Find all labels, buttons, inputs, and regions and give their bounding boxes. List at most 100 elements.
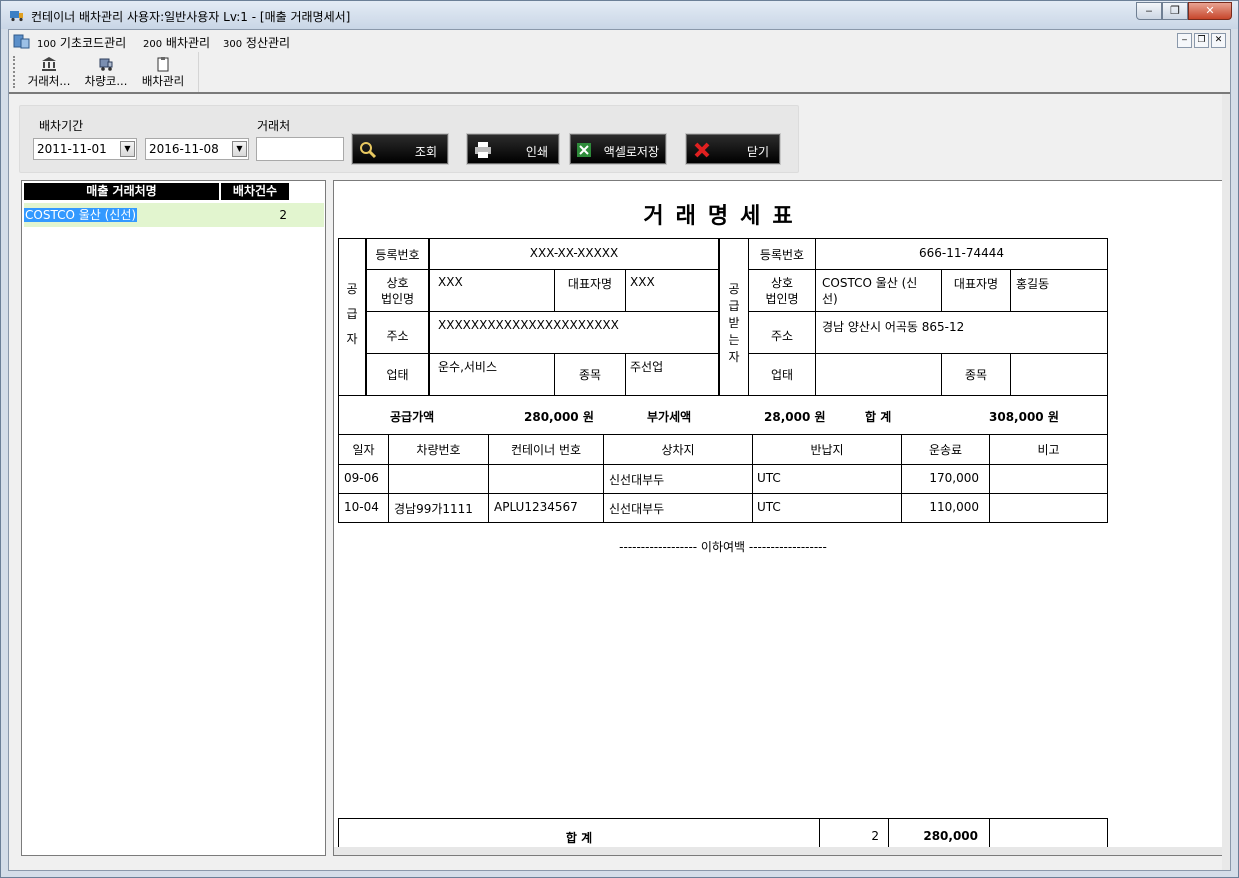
detail-cell <box>989 493 1108 523</box>
supplier-bizitem-label: 종목 <box>578 368 602 382</box>
supplier-biztype: 운수,서비스 <box>438 360 498 374</box>
supplier-company-label: 상호 법인명 <box>366 275 429 307</box>
detail-header-load: 상차지 <box>661 443 695 457</box>
receiver-side-char: 공 <box>728 282 740 296</box>
date-from-dropdown-icon[interactable]: ▼ <box>120 141 135 157</box>
receiver-bizitem-label: 종목 <box>964 368 988 382</box>
child-restore-button[interactable]: ❐ <box>1194 33 1209 48</box>
supplier-biztype-label: 업태 <box>386 368 409 382</box>
menu-basic-code[interactable]: 100 기초코드관리 <box>37 34 126 51</box>
receiver-regno: 666-11-74444 <box>918 246 1004 260</box>
date-to-value: 2016-11-08 <box>149 142 219 156</box>
receiver-bizitem-cell <box>1010 353 1108 396</box>
grid-header-client[interactable]: 매출 거래처명 <box>24 183 219 200</box>
detail-date: 09-06 <box>344 471 379 485</box>
toolbar-vehicle-button[interactable]: 차량코... <box>78 54 134 89</box>
search-icon <box>360 142 377 159</box>
receiver-side-char: 받 <box>728 316 740 330</box>
supplier-ceo-label: 대표자명 <box>567 277 613 291</box>
menu-code: 200 <box>143 39 163 50</box>
app-window: 컨테이너 배차관리 사용자:일반사용자 Lv:1 - [매출 거래명세서] ‒ … <box>0 0 1239 878</box>
footer-amount: 280,000 <box>923 829 978 843</box>
vertical-scrollbar[interactable] <box>1222 94 1230 870</box>
supplier-side-char: 자 <box>346 332 358 346</box>
grid-cell-client-name[interactable]: COSTCO 울산 (신선) <box>24 208 138 222</box>
detail-return: UTC <box>757 500 781 514</box>
detail-cell <box>989 464 1108 494</box>
detail-header-note: 비고 <box>1037 443 1060 457</box>
supplier-regno-label: 등록번호 <box>375 248 420 262</box>
detail-header-vehicle: 차량번호 <box>416 443 461 457</box>
print-button-label: 인쇄 <box>525 145 548 159</box>
detail-header-fee: 운송료 <box>928 443 963 457</box>
toolbar-client-button[interactable]: 거래처... <box>21 54 77 89</box>
supplier-side-char: 공 <box>346 282 358 296</box>
detail-date: 10-04 <box>344 500 379 514</box>
vat-amount: 28,000 원 <box>764 410 826 424</box>
window-close-button[interactable]: ✕ <box>1188 2 1232 20</box>
date-from-value: 2011-11-01 <box>37 142 107 156</box>
title-bar[interactable]: 컨테이너 배차관리 사용자:일반사용자 Lv:1 - [매출 거래명세서] ‒ … <box>1 1 1238 29</box>
print-button[interactable]: 인쇄 <box>467 134 559 164</box>
grid-cell-count[interactable]: 2 <box>221 208 287 222</box>
supplier-company: XXX <box>438 275 463 289</box>
close-button[interactable]: 닫기 <box>686 134 780 164</box>
date-to-picker[interactable]: 2016-11-08 ▼ <box>145 138 249 160</box>
detail-header-container: 컨테이너 번호 <box>510 443 582 457</box>
supplier-address-label: 주소 <box>386 329 409 343</box>
total-amount: 308,000 원 <box>989 410 1059 424</box>
menu-dispatch[interactable]: 200 배차관리 <box>143 34 210 51</box>
date-to-dropdown-icon[interactable]: ▼ <box>232 141 247 157</box>
close-x-icon <box>694 142 710 158</box>
query-button[interactable]: 조회 <box>352 134 448 164</box>
blank-below-marker: ------------------ 이하여백 ----------------… <box>619 540 827 554</box>
menu-label: 기초코드관리 <box>59 36 127 50</box>
child-close-button[interactable]: ✕ <box>1211 33 1226 48</box>
window-maximize-button[interactable]: ❐ <box>1162 2 1188 20</box>
receiver-ceo: 홍길동 <box>1016 277 1050 291</box>
menu-settlement[interactable]: 300 정산관리 <box>223 34 290 51</box>
toolbar-grip[interactable] <box>13 56 16 88</box>
menu-code: 300 <box>223 39 243 50</box>
child-minimize-button[interactable]: ‒ <box>1177 33 1192 48</box>
window-minimize-button[interactable]: ‒ <box>1136 2 1162 20</box>
client-input[interactable] <box>256 137 344 161</box>
toolbar: 거래처... 차량코... 배차관리 <box>9 52 199 92</box>
company-line: COSTCO 울산 (신 <box>822 276 918 290</box>
date-from-picker[interactable]: 2011-11-01 ▼ <box>33 138 137 160</box>
receiver-ceo-label: 대표자명 <box>953 277 999 291</box>
total-amount-label: 합 계 <box>865 410 892 424</box>
detail-vehicle: 경남99가1111 <box>394 502 473 516</box>
receiver-company: COSTCO 울산 (신 선) <box>822 275 917 307</box>
detail-container: APLU1234567 <box>494 500 578 514</box>
report-title: 거래명세표 <box>643 204 805 229</box>
invoice-report: 거래명세표 공 급 자 등록번호 XXX-XX-XXXXX 상호 법인명 XXX <box>333 180 1223 856</box>
excel-export-button[interactable]: 액셀로저장 <box>570 134 666 164</box>
detail-load: 신선대부두 <box>609 473 665 487</box>
detail-load: 신선대부두 <box>609 502 665 516</box>
company-line: 선) <box>822 292 838 306</box>
menu-label: 정산관리 <box>245 36 291 50</box>
label-line: 법인명 <box>380 292 415 306</box>
client-list-grid[interactable]: 매출 거래처명 배차건수 COSTCO 울산 (신선) 2 <box>21 180 326 856</box>
toolbar-dispatch-button[interactable]: 배차관리 <box>135 54 191 89</box>
label-line: 상호 <box>386 276 409 290</box>
supply-amount-label: 공급가액 <box>390 410 435 424</box>
supplier-regno: XXX-XX-XXXXX <box>529 246 619 260</box>
detail-cell <box>488 464 604 494</box>
receiver-side-label: 공 급 받 는 자 <box>724 281 744 366</box>
close-button-label: 닫기 <box>746 145 769 159</box>
receiver-biztype-cell <box>815 353 942 396</box>
excel-button-label: 액셀로저장 <box>603 145 659 159</box>
vehicle-icon <box>99 58 113 71</box>
grid-header-count[interactable]: 배차건수 <box>221 183 289 200</box>
footer-total-label: 합 계 <box>565 831 593 845</box>
receiver-company-label: 상호 법인명 <box>748 275 816 307</box>
receiver-address: 경남 양산시 어곡동 865-12 <box>822 320 965 334</box>
footer-count: 2 <box>871 829 879 843</box>
detail-fee: 110,000 <box>929 500 979 514</box>
menu-code: 100 <box>37 39 57 50</box>
query-button-label: 조회 <box>414 145 437 159</box>
supplier-bizitem: 주선업 <box>630 360 664 374</box>
menu-label: 배차관리 <box>165 36 211 50</box>
